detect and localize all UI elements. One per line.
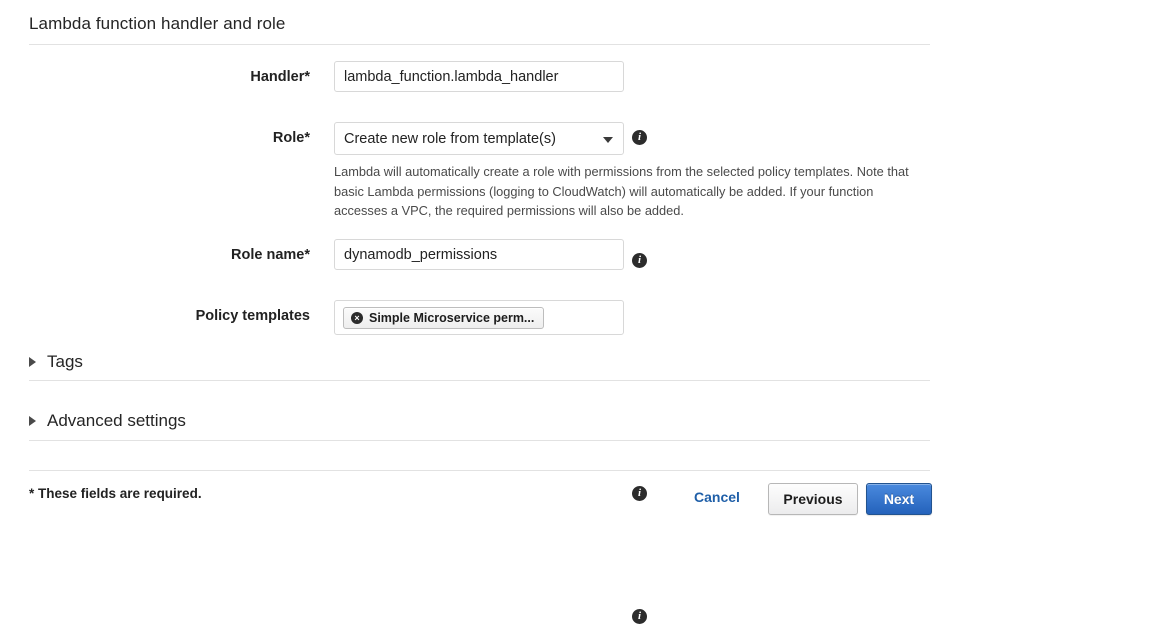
- role-info-icon[interactable]: i: [632, 253, 647, 268]
- collapsible-tags-label: Tags: [47, 352, 83, 371]
- role-name-info-icon[interactable]: i: [632, 486, 647, 501]
- next-button[interactable]: Next: [866, 483, 932, 515]
- role-name-label: Role name*: [231, 247, 310, 263]
- collapsible-tags[interactable]: Tags: [29, 352, 83, 372]
- page-title: Lambda function handler and role: [29, 14, 286, 33]
- collapsible-advanced-settings[interactable]: Advanced settings: [29, 411, 186, 431]
- lambda-configuration-page: Lambda function handler and role Handler…: [0, 0, 1159, 624]
- role-select-value: Create new role from template(s): [344, 130, 556, 147]
- role-name-input[interactable]: [334, 239, 624, 270]
- role-label: Role*: [272, 130, 310, 146]
- collapsible-advanced-settings-label: Advanced settings: [47, 411, 186, 430]
- required-fields-note: * These fields are required.: [29, 486, 202, 501]
- policy-template-chip[interactable]: × Simple Microservice perm...: [343, 306, 545, 329]
- policy-template-chip-label: Simple Microservice perm...: [369, 310, 535, 325]
- handler-label: Handler*: [250, 69, 310, 85]
- policy-templates-info-icon[interactable]: i: [632, 609, 647, 624]
- handler-info-icon[interactable]: i: [632, 130, 647, 145]
- chevron-right-icon: [29, 357, 36, 367]
- remove-chip-icon[interactable]: ×: [351, 311, 363, 324]
- advanced-settings-divider: [29, 440, 930, 441]
- header-divider: [29, 44, 930, 45]
- role-select[interactable]: Create new role from template(s): [334, 122, 624, 155]
- cancel-button[interactable]: Cancel: [694, 489, 740, 505]
- role-help-text: Lambda will automatically create a role …: [334, 164, 909, 218]
- tags-divider: [29, 380, 930, 381]
- policy-templates-label: Policy templates: [195, 308, 310, 324]
- handler-input[interactable]: [334, 61, 624, 92]
- chevron-down-icon: [603, 136, 613, 143]
- previous-button[interactable]: Previous: [768, 483, 858, 515]
- policy-templates-select[interactable]: × Simple Microservice perm...: [334, 300, 624, 335]
- footer-divider: [29, 470, 930, 471]
- chevron-right-icon: [29, 416, 36, 426]
